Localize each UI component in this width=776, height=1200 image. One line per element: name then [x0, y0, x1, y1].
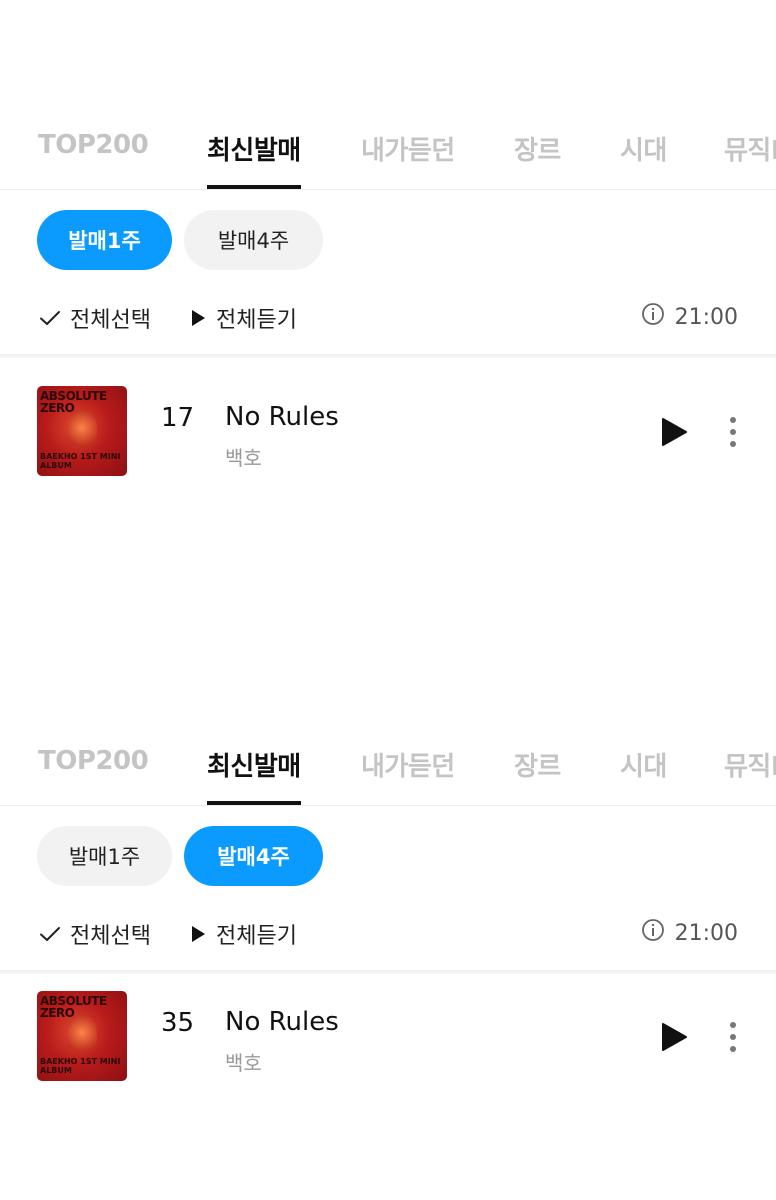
- play-all-button[interactable]: 전체듣기: [188, 918, 297, 950]
- chart-panel-2: TOP200 최신발매 내가듣던 장르 시대 뮤직PD 발매1주 발매4주 전체…: [0, 616, 776, 1200]
- tab-top200[interactable]: TOP200: [38, 746, 149, 776]
- chip-release-4weeks[interactable]: 발매4주: [184, 826, 323, 886]
- cover-subtitle: BAEKHO 1ST MINI ALBUM: [40, 452, 121, 470]
- tab-my-listened[interactable]: 내가듣던: [361, 130, 455, 167]
- play-icon: [188, 924, 208, 944]
- play-all-label: 전체듣기: [216, 308, 297, 333]
- chart-tabs: TOP200 최신발매 내가듣던 장르 시대 뮤직PD: [0, 124, 776, 190]
- divider: [0, 970, 776, 974]
- select-all-label: 전체선택: [70, 924, 151, 949]
- track-title[interactable]: No Rules: [225, 402, 339, 432]
- cover-figure: [67, 410, 97, 454]
- more-vertical-icon: [722, 1022, 744, 1058]
- list-controls: 전체선택 전체듣기 21:00: [0, 912, 776, 956]
- chart-panel-1: TOP200 최신발매 내가듣던 장르 시대 뮤직PD 발매1주 발매4주 전체…: [0, 0, 776, 600]
- tab-genre[interactable]: 장르: [514, 746, 561, 783]
- more-vertical-icon: [722, 417, 744, 453]
- divider: [0, 354, 776, 358]
- play-all-button[interactable]: 전체듣기: [188, 302, 297, 334]
- tab-music-pd[interactable]: 뮤직PD: [724, 130, 776, 167]
- play-icon: [660, 1023, 688, 1056]
- check-icon: [38, 306, 62, 330]
- chip-release-4weeks[interactable]: 발매4주: [184, 210, 323, 270]
- track-row[interactable]: ABSOLUTE ZERO BAEKHO 1ST MINI ALBUM 17 N…: [0, 386, 776, 478]
- update-time-label: 21:00: [674, 304, 738, 330]
- cover-figure: [67, 1015, 97, 1059]
- album-cover[interactable]: ABSOLUTE ZERO BAEKHO 1ST MINI ALBUM: [37, 991, 127, 1081]
- info-icon: [641, 302, 665, 332]
- select-all-label: 전체선택: [70, 308, 151, 333]
- update-time[interactable]: 21:00: [641, 302, 738, 332]
- more-button[interactable]: [722, 1020, 744, 1054]
- tab-top200[interactable]: TOP200: [38, 130, 149, 160]
- cover-subtitle: BAEKHO 1ST MINI ALBUM: [40, 1057, 121, 1075]
- check-icon: [38, 922, 62, 946]
- chip-release-1week[interactable]: 발매1주: [37, 826, 172, 886]
- track-row[interactable]: ABSOLUTE ZERO BAEKHO 1ST MINI ALBUM 35 N…: [0, 991, 776, 1083]
- play-button[interactable]: [660, 417, 688, 447]
- list-controls: 전체선택 전체듣기 21:00: [0, 296, 776, 340]
- track-title[interactable]: No Rules: [225, 1007, 339, 1037]
- chip-release-1week[interactable]: 발매1주: [37, 210, 172, 270]
- select-all-button[interactable]: 전체선택: [38, 918, 151, 950]
- tab-latest-release[interactable]: 최신발매: [207, 130, 301, 189]
- track-artist[interactable]: 백호: [225, 1047, 262, 1076]
- tab-genre[interactable]: 장르: [514, 130, 561, 167]
- update-time[interactable]: 21:00: [641, 918, 738, 948]
- track-artist[interactable]: 백호: [225, 442, 262, 471]
- tab-latest-release[interactable]: 최신발매: [207, 746, 301, 805]
- tab-era[interactable]: 시대: [620, 746, 667, 783]
- select-all-button[interactable]: 전체선택: [38, 302, 151, 334]
- track-rank: 35: [160, 1008, 195, 1038]
- track-rank: 17: [160, 403, 195, 433]
- play-icon: [660, 418, 688, 451]
- album-cover[interactable]: ABSOLUTE ZERO BAEKHO 1ST MINI ALBUM: [37, 386, 127, 476]
- update-time-label: 21:00: [674, 920, 738, 946]
- chart-tabs: TOP200 최신발매 내가듣던 장르 시대 뮤직PD: [0, 740, 776, 806]
- info-icon: [641, 918, 665, 948]
- tab-music-pd[interactable]: 뮤직PD: [724, 746, 776, 783]
- play-all-label: 전체듣기: [216, 924, 297, 949]
- tab-my-listened[interactable]: 내가듣던: [361, 746, 455, 783]
- more-button[interactable]: [722, 415, 744, 449]
- play-icon: [188, 308, 208, 328]
- play-button[interactable]: [660, 1022, 688, 1052]
- tab-era[interactable]: 시대: [620, 130, 667, 167]
